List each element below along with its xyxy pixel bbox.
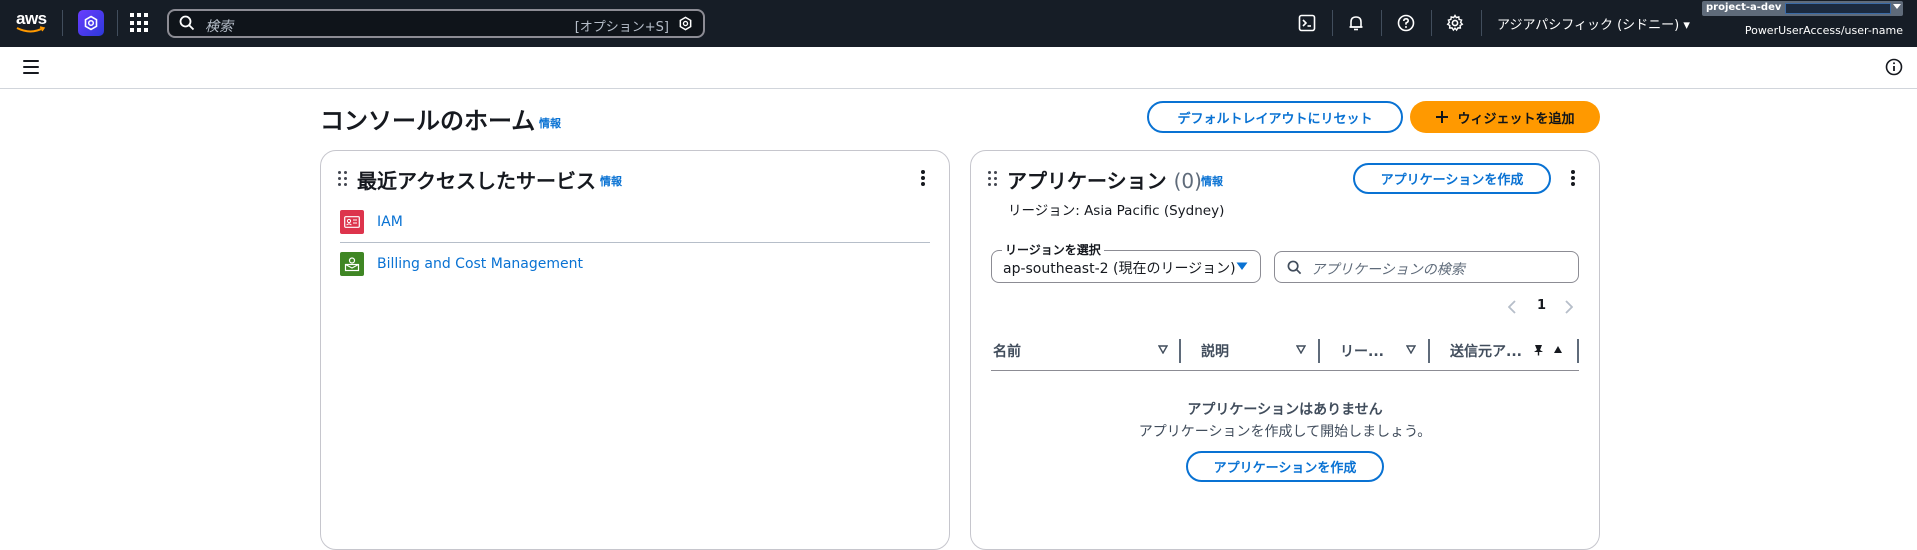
app-bar xyxy=(0,47,1917,89)
service-link[interactable]: IAM xyxy=(377,214,403,230)
services-grid-icon[interactable] xyxy=(130,13,150,33)
help-icon[interactable] xyxy=(1395,12,1417,34)
page-title: コンソールのホーム xyxy=(320,107,536,135)
sort-icon[interactable] xyxy=(1296,345,1306,354)
pin-icon[interactable] xyxy=(1533,344,1544,356)
table-header: 名前 説明 リー... 送信元ア... xyxy=(991,335,1579,371)
nav-divider xyxy=(1332,10,1333,36)
column-resizer[interactable] xyxy=(1577,339,1579,363)
bell-icon[interactable] xyxy=(1345,12,1367,34)
region-select-value: ap-southeast-2 (現在のリージョン) xyxy=(1003,261,1236,277)
applications-actions-icon[interactable] xyxy=(1571,170,1575,186)
column-header-region[interactable]: リー... xyxy=(1340,341,1384,365)
create-application-button[interactable]: アプリケーションを作成 xyxy=(1353,163,1551,194)
column-resizer[interactable] xyxy=(1318,339,1320,363)
list-item[interactable]: IAM xyxy=(340,201,930,241)
account-name: project-a-dev xyxy=(1706,2,1782,13)
column-header-name[interactable]: 名前 xyxy=(993,341,1021,365)
search-icon xyxy=(1287,260,1302,275)
sort-ascending-icon[interactable] xyxy=(1553,345,1563,354)
chevron-left-icon[interactable] xyxy=(1508,300,1516,314)
column-header-description[interactable]: 説明 xyxy=(1201,341,1229,365)
info-panel-icon[interactable] xyxy=(1885,58,1903,76)
account-caret-icon[interactable] xyxy=(1892,3,1902,11)
reset-layout-button[interactable]: デフォルトレイアウトにリセット xyxy=(1147,101,1403,133)
region-selector[interactable]: アジアパシフィック (シドニー) ▾ xyxy=(1497,14,1690,33)
search-icon xyxy=(179,15,195,31)
nav-divider xyxy=(1481,10,1482,36)
cloudshell-icon[interactable] xyxy=(1296,12,1318,34)
application-search-placeholder: アプリケーションの検索 xyxy=(1311,262,1465,278)
applications-info-link[interactable]: 情報 xyxy=(1201,173,1223,189)
application-search-input[interactable]: アプリケーションの検索 xyxy=(1274,251,1579,283)
account-badge[interactable]: project-a-dev xyxy=(1702,1,1903,16)
recent-widget-actions-icon[interactable] xyxy=(921,170,925,186)
column-resizer[interactable] xyxy=(1428,339,1430,363)
global-search-input[interactable]: 検索 [オプション+S] xyxy=(167,9,705,38)
role-label[interactable]: PowerUserAccess/user-name xyxy=(1745,24,1903,37)
applications-title-text: アプリケーション xyxy=(1007,169,1167,193)
page-info-link[interactable]: 情報 xyxy=(539,115,561,131)
nav-divider xyxy=(1431,10,1432,36)
column-resizer[interactable] xyxy=(1179,339,1181,363)
add-widget-label: ウィジェットを追加 xyxy=(1457,111,1575,127)
region-info-text: リージョン: Asia Pacific (Sydney) xyxy=(1008,203,1225,219)
column-header-source[interactable]: 送信元ア... xyxy=(1450,341,1530,365)
applications-count: (0) xyxy=(1173,169,1202,193)
billing-icon xyxy=(340,252,364,276)
nav-divider xyxy=(1381,10,1382,36)
page-number[interactable]: 1 xyxy=(1537,298,1546,313)
recent-services-info-link[interactable]: 情報 xyxy=(600,173,622,189)
search-placeholder: 検索 xyxy=(205,19,233,35)
account-id-masked xyxy=(1785,3,1891,14)
recent-services-title: 最近アクセスしたサービス xyxy=(357,169,596,193)
menu-icon[interactable] xyxy=(23,60,39,74)
main-content xyxy=(0,89,1917,534)
chevron-right-icon[interactable] xyxy=(1565,300,1573,314)
aws-logo[interactable]: aws xyxy=(16,9,50,35)
gear-icon[interactable] xyxy=(1444,12,1466,34)
sort-icon[interactable] xyxy=(1158,345,1168,354)
service-link[interactable]: Billing and Cost Management xyxy=(377,256,583,272)
plus-icon xyxy=(1436,111,1449,123)
applications-title: アプリケーション (0) xyxy=(1007,165,1202,194)
empty-create-application-button[interactable]: アプリケーションを作成 xyxy=(1186,451,1384,482)
list-item[interactable]: Billing and Cost Management xyxy=(340,243,930,283)
top-navigation: aws 検索 [オプション+S] アジアパシフィック (シドニー) ▾ proj… xyxy=(0,0,1917,47)
caret-down-icon xyxy=(1236,262,1248,270)
drag-handle-icon[interactable] xyxy=(988,171,998,187)
amazon-q-small-icon xyxy=(679,16,692,31)
nav-divider xyxy=(117,10,118,36)
amazon-q-icon[interactable] xyxy=(78,10,104,36)
nav-divider xyxy=(62,10,63,36)
iam-icon xyxy=(340,210,364,234)
drag-handle-icon[interactable] xyxy=(338,171,348,187)
empty-state-description: アプリケーションを作成して開始しましょう。 xyxy=(1138,424,1432,440)
add-widget-button[interactable]: ウィジェットを追加 xyxy=(1410,101,1600,133)
aws-logo-text: aws xyxy=(16,9,47,28)
sort-icon[interactable] xyxy=(1406,345,1416,354)
region-select-label: リージョンを選択 xyxy=(1002,241,1104,258)
search-shortcut-hint: [オプション+S] xyxy=(574,20,669,35)
empty-state-title: アプリケーションはありません xyxy=(1187,402,1383,418)
